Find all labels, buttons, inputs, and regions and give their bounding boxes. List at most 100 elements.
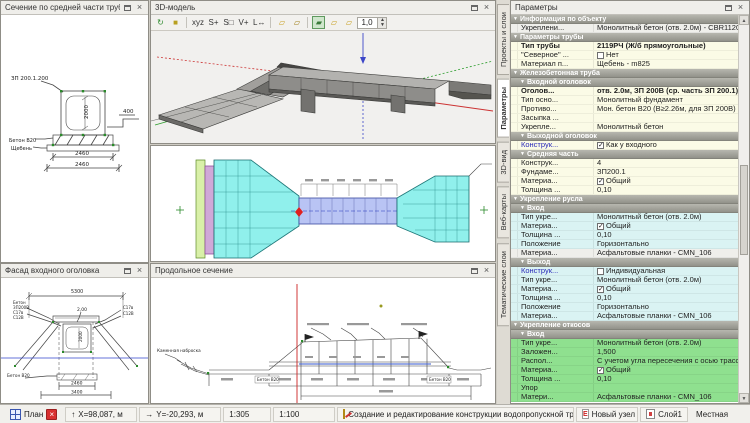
collapse-chevron-icon[interactable]: ▼	[513, 35, 518, 40]
param-value[interactable]: Асфальтовые планки - CMN_106	[594, 249, 738, 257]
measure-length-icon[interactable]: L↔	[252, 16, 266, 29]
param-subsection-header[interactable]: ▼Вход	[511, 330, 749, 339]
wire-shading-icon[interactable]: ▱	[327, 16, 340, 29]
vertical-scale-cell[interactable]: 1:100	[273, 407, 335, 422]
spinner-down-icon[interactable]: ▼	[378, 23, 386, 28]
param-value[interactable]: 1,500	[594, 348, 738, 356]
checkbox-unchecked-icon[interactable]	[597, 52, 604, 59]
param-row[interactable]: Укреплени...Монолитный бетон (отв. 2.0м)…	[511, 24, 749, 33]
param-row[interactable]: Засыпка ...	[511, 114, 749, 123]
checkbox-checked-icon[interactable]: ✓	[597, 142, 604, 149]
update-model-icon[interactable]: ↻	[154, 16, 167, 29]
param-value[interactable]: Горизонтально	[594, 303, 738, 311]
current-node-cell[interactable]: Е Новый узел	[576, 407, 638, 422]
param-row[interactable]: Материал п...Щебень - m825	[511, 60, 749, 69]
view-tab-plan[interactable]: План ×	[4, 407, 63, 422]
checkbox-unchecked-icon[interactable]	[597, 268, 604, 275]
param-value[interactable]: ✓Как у входного	[594, 141, 738, 149]
view-point-icon[interactable]: V+	[237, 16, 250, 29]
param-row[interactable]: Оголов...отв. 2.0м, ЗП 200В (ср. часть З…	[511, 87, 749, 96]
checkbox-checked-icon[interactable]: ✓	[597, 223, 604, 230]
param-value[interactable]: ✓Общий	[594, 366, 738, 374]
param-value[interactable]: Индивидуальная	[594, 267, 738, 275]
scale-spinner[interactable]: 1,0▲▼	[357, 17, 387, 29]
param-row[interactable]: Толщина ...0,10	[511, 186, 749, 195]
param-row[interactable]: Распол...С учетом угла пересечения с ось…	[511, 357, 749, 366]
param-row[interactable]: Заложен...1,500	[511, 348, 749, 357]
xyz-coordinates-icon[interactable]: xyz	[191, 16, 205, 29]
param-section-header[interactable]: ▼Укрепление русла	[511, 195, 749, 204]
param-value[interactable]: С учетом угла пересечения с осью трассы	[594, 357, 738, 365]
collapse-chevron-icon[interactable]: ▼	[520, 260, 525, 265]
param-subsection-header[interactable]: ▼Средняя часть	[511, 150, 749, 159]
snap-region-icon[interactable]: S□	[222, 16, 235, 29]
side-tab-проекты-и-слои[interactable]: Проекты и слои	[497, 4, 509, 75]
collapse-chevron-icon[interactable]: ▼	[520, 80, 525, 85]
param-row[interactable]: Толщина ...0,10	[511, 375, 749, 384]
param-row[interactable]: Тип осно...Монолитный фундамент	[511, 96, 749, 105]
param-row[interactable]: Толщина ...0,10	[511, 231, 749, 240]
spinner-arrows[interactable]: ▲▼	[377, 18, 386, 28]
param-row[interactable]: Материа...✓Общий	[511, 366, 749, 375]
param-row[interactable]: Материа...✓Общий	[511, 285, 749, 294]
param-value[interactable]	[594, 384, 738, 392]
param-row[interactable]: Материа...✓Общий	[511, 222, 749, 231]
transparent-shading-icon[interactable]: ▱	[342, 16, 355, 29]
param-value[interactable]: 0,10	[594, 294, 738, 302]
param-value[interactable]: ✓Общий	[594, 222, 738, 230]
param-value[interactable]: ✓Общий	[594, 177, 738, 185]
param-value[interactable]	[594, 114, 738, 122]
checkbox-checked-icon[interactable]: ✓	[597, 286, 604, 293]
param-value[interactable]: Мон. бетон В20 (В≥2.26м, для ЗП 200В)	[594, 105, 738, 113]
param-row[interactable]: Упор	[511, 384, 749, 393]
param-row[interactable]: Конструк...4	[511, 159, 749, 168]
panel-3d-titlebar[interactable]: 3D-модель ×	[151, 1, 495, 15]
param-section-header[interactable]: ▼Укрепление откосов	[511, 321, 749, 330]
param-row[interactable]: Конструк...✓Как у входного	[511, 141, 749, 150]
param-value[interactable]: ✓Общий	[594, 285, 738, 293]
scroll-down-icon[interactable]: ▼	[739, 393, 749, 403]
scroll-up-icon[interactable]: ▲	[739, 15, 749, 25]
param-row[interactable]: Конструк...Индивидуальная	[511, 267, 749, 276]
collapse-chevron-icon[interactable]: ▼	[513, 323, 518, 328]
collapse-chevron-icon[interactable]: ▼	[513, 197, 518, 202]
params-scrollbar[interactable]: ▲ ▼	[738, 15, 749, 403]
param-section-header[interactable]: ▼Информация по объекту	[511, 15, 749, 24]
param-row[interactable]: Противо...Мон. бетон В20 (В≥2.26м, для З…	[511, 105, 749, 114]
collapse-chevron-icon[interactable]: ▼	[513, 71, 518, 76]
param-value[interactable]: 0,10	[594, 231, 738, 239]
param-value[interactable]: отв. 2.0м, ЗП 200В (ср. часть ЗП 200.1)	[594, 87, 738, 95]
flat-shading-icon[interactable]: ▰	[312, 16, 325, 29]
param-value[interactable]: 0,10	[594, 375, 738, 383]
side-tab-тематические-слои[interactable]: Тематические слои	[497, 243, 509, 326]
param-row[interactable]: Толщина ...0,10	[511, 294, 749, 303]
param-value[interactable]: Монолитный бетон (отв. 2.0м)	[594, 276, 738, 284]
collapse-chevron-icon[interactable]: ▼	[520, 134, 525, 139]
plan-viewport[interactable]	[150, 145, 496, 262]
param-row[interactable]: ПоложениеГоризонтально	[511, 303, 749, 312]
panel-facade-titlebar[interactable]: Фасад входного оголовка ×	[1, 264, 148, 278]
param-row[interactable]: Тип укре...Монолитный бетон (отв. 2.0м)	[511, 213, 749, 222]
param-value[interactable]: Щебень - m825	[594, 60, 738, 68]
side-tab-3d-вид[interactable]: 3D-вид	[497, 142, 509, 183]
param-row[interactable]: Материа...Асфальтовые планки - CMN_106	[511, 249, 749, 258]
param-subsection-header[interactable]: ▼Выход	[511, 258, 749, 267]
close-icon[interactable]: ×	[135, 266, 144, 275]
model-box-icon[interactable]: ■	[169, 16, 182, 29]
float-window-icon[interactable]	[123, 3, 132, 12]
param-row[interactable]: Тип укре...Монолитный бетон (отв. 2.0м)	[511, 276, 749, 285]
param-value[interactable]: Монолитный фундамент	[594, 96, 738, 104]
param-row[interactable]: Фундаме...ЗП200.1	[511, 168, 749, 177]
surfaces-group-icon[interactable]: ▱	[290, 16, 303, 29]
param-value[interactable]: 4	[594, 159, 738, 167]
param-value[interactable]: Монолитный бетон	[594, 123, 738, 131]
close-icon[interactable]: ×	[135, 3, 144, 12]
param-subsection-header[interactable]: ▼Входной оголовок	[511, 78, 749, 87]
panel-longitudinal-titlebar[interactable]: Продольное сечение ×	[151, 264, 495, 278]
param-row[interactable]: ПоложениеГоризонтально	[511, 240, 749, 249]
checkbox-checked-icon[interactable]: ✓	[597, 367, 604, 374]
current-layer-cell[interactable]: Слой1	[640, 407, 688, 422]
param-row[interactable]: Матери...Асфальтовые планки - CMN_106	[511, 393, 749, 402]
param-value[interactable]: 2119РЧ (Ж/б прямоугольные)	[594, 42, 738, 50]
snap-point-icon[interactable]: S+	[207, 16, 220, 29]
